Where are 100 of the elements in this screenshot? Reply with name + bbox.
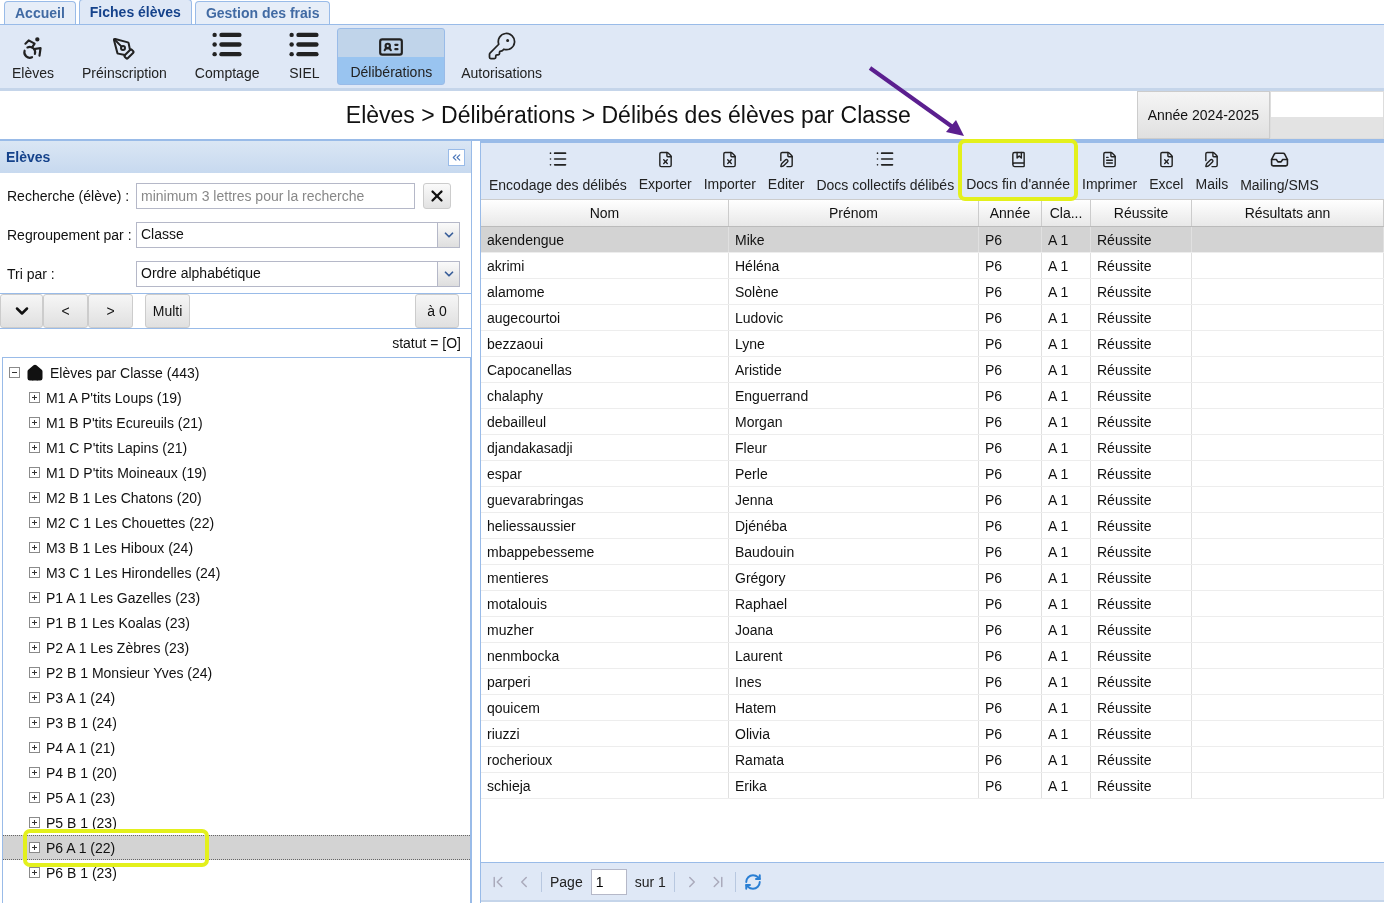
- expand-icon[interactable]: [29, 717, 40, 728]
- expand-icon[interactable]: [29, 842, 40, 853]
- expand-icon[interactable]: [29, 817, 40, 828]
- table-row[interactable]: nenmbocka Laurent P6 A 1 Réussite: [481, 643, 1384, 669]
- table-row[interactable]: rocherioux Ramata P6 A 1 Réussite: [481, 747, 1384, 773]
- toolbar-button[interactable]: Exporter: [632, 143, 698, 199]
- expand-icon[interactable]: [29, 642, 40, 653]
- table-row[interactable]: schieja Erika P6 A 1 Réussite: [481, 773, 1384, 799]
- search-field[interactable]: minimum 3 lettres pour la recherche: [136, 183, 415, 209]
- tree-item[interactable]: P2 B 1 Monsieur Yves (24): [3, 660, 470, 685]
- table-row[interactable]: espar Perle P6 A 1 Réussite: [481, 461, 1384, 487]
- table-row[interactable]: djandakasadji Fleur P6 A 1 Réussite: [481, 435, 1384, 461]
- toolbar-button[interactable]: Docs collectifs délibés: [810, 143, 961, 199]
- table-row[interactable]: motalouis Raphael P6 A 1 Réussite: [481, 591, 1384, 617]
- table-row[interactable]: akrimi Héléna P6 A 1 Réussite: [481, 253, 1384, 279]
- multi-button[interactable]: Multi: [145, 294, 190, 328]
- expand-icon[interactable]: [29, 467, 40, 478]
- expand-button[interactable]: [0, 294, 43, 328]
- column-header[interactable]: Prénom: [729, 200, 979, 226]
- expand-icon[interactable]: [29, 592, 40, 603]
- tree-item[interactable]: P3 B 1 (24): [3, 710, 470, 735]
- ribbon-button[interactable]: Comptage: [182, 28, 272, 85]
- year-button[interactable]: Année 2024-2025: [1136, 91, 1270, 139]
- table-row[interactable]: alamome Solène P6 A 1 Réussite: [481, 279, 1384, 305]
- tree-item[interactable]: M1 B P'tits Ecureuils (21): [3, 410, 470, 435]
- expand-icon[interactable]: [29, 542, 40, 553]
- column-header[interactable]: Cla...: [1042, 200, 1091, 226]
- tree-item[interactable]: M2 C 1 Les Chouettes (22): [3, 510, 470, 535]
- nav-button[interactable]: <: [43, 294, 88, 328]
- table-row[interactable]: akendengue Mike P6 A 1 Réussite: [481, 227, 1384, 253]
- table-row[interactable]: qouicem Hatem P6 A 1 Réussite: [481, 695, 1384, 721]
- page-field[interactable]: 1: [590, 868, 627, 895]
- clear-button[interactable]: [423, 183, 451, 209]
- tree-item[interactable]: M2 B 1 Les Chatons (20): [3, 485, 470, 510]
- expand-icon[interactable]: [29, 667, 40, 678]
- expand-icon[interactable]: [29, 392, 40, 403]
- table-row[interactable]: heliessaussier Djénéba P6 A 1 Réussite: [481, 513, 1384, 539]
- group-select[interactable]: Classe: [136, 222, 460, 248]
- toolbar-button[interactable]: Mailing/SMS: [1234, 143, 1325, 199]
- tab[interactable]: Accueil: [4, 1, 76, 24]
- tree-item[interactable]: P1 A 1 Les Gazelles (23): [3, 585, 470, 610]
- tree-item[interactable]: P2 A 1 Les Zèbres (23): [3, 635, 470, 660]
- toolbar-button[interactable]: Editer: [761, 143, 811, 199]
- table-row[interactable]: mentieres Grégory P6 A 1 Réussite: [481, 565, 1384, 591]
- tree-item[interactable]: P3 A 1 (24): [3, 685, 470, 710]
- tree-item[interactable]: M1 A P'tits Loups (19): [3, 385, 470, 410]
- tree-item[interactable]: P4 A 1 (21): [3, 735, 470, 760]
- expand-icon[interactable]: [29, 517, 40, 528]
- column-header[interactable]: Nom: [481, 200, 729, 226]
- toolbar-button[interactable]: Encodage des délibés: [483, 143, 633, 199]
- expand-icon[interactable]: [29, 492, 40, 503]
- expand-icon[interactable]: [29, 767, 40, 778]
- tree-item[interactable]: M1 C P'tits Lapins (21): [3, 435, 470, 460]
- table-row[interactable]: Capocanellas Aristide P6 A 1 Réussite: [481, 357, 1384, 383]
- ribbon-button[interactable]: SIEL: [275, 28, 334, 85]
- table-row[interactable]: parperi Ines P6 A 1 Réussite: [481, 669, 1384, 695]
- tree-root[interactable]: Elèves par Classe (443): [3, 360, 470, 385]
- toolbar-button[interactable]: Mails: [1189, 143, 1235, 199]
- toolbar-button[interactable]: Excel: [1143, 143, 1190, 199]
- tab[interactable]: Fiches élèves: [78, 0, 192, 24]
- table-row[interactable]: riuzzi Olivia P6 A 1 Réussite: [481, 721, 1384, 747]
- expand-icon[interactable]: [29, 792, 40, 803]
- nav-button[interactable]: >: [88, 294, 133, 328]
- expand-icon[interactable]: [29, 417, 40, 428]
- expand-icon[interactable]: [29, 867, 40, 878]
- table-row[interactable]: augecourtoi Ludovic P6 A 1 Réussite: [481, 305, 1384, 331]
- ribbon-button[interactable]: Autorisations: [449, 28, 555, 85]
- collapse-icon[interactable]: [9, 367, 20, 378]
- collapse-button[interactable]: [448, 148, 465, 166]
- tree-item[interactable]: P4 B 1 (20): [3, 760, 470, 785]
- table-row[interactable]: mbappebesseme Baudouin P6 A 1 Réussite: [481, 539, 1384, 565]
- tab[interactable]: Gestion des frais: [194, 1, 331, 24]
- tree-item[interactable]: M3 B 1 Les Hiboux (24): [3, 535, 470, 560]
- tree-item[interactable]: P6 A 1 (22): [3, 835, 470, 860]
- expand-icon[interactable]: [29, 567, 40, 578]
- table-row[interactable]: chalaphy Enguerrand P6 A 1 Réussite: [481, 383, 1384, 409]
- sort-select[interactable]: Ordre alphabétique: [136, 261, 460, 287]
- table-row[interactable]: guevarabringas Jenna P6 A 1 Réussite: [481, 487, 1384, 513]
- tree-item[interactable]: M3 C 1 Les Hirondelles (24): [3, 560, 470, 585]
- column-header[interactable]: Réussite: [1091, 200, 1192, 226]
- table-row[interactable]: bezzaoui Lyne P6 A 1 Réussite: [481, 331, 1384, 357]
- expand-icon[interactable]: [29, 442, 40, 453]
- expand-icon[interactable]: [29, 742, 40, 753]
- tree-item[interactable]: P1 B 1 Les Koalas (23): [3, 610, 470, 635]
- ribbon-button[interactable]: Préinscription: [70, 28, 179, 85]
- column-header[interactable]: Année: [979, 200, 1042, 226]
- refresh-icon[interactable]: [743, 872, 762, 891]
- toolbar-button[interactable]: Imprimer: [1076, 143, 1144, 199]
- table-row[interactable]: muzher Joana P6 A 1 Réussite: [481, 617, 1384, 643]
- reset-button[interactable]: à 0: [415, 294, 459, 328]
- expand-icon[interactable]: [29, 692, 40, 703]
- ribbon-button[interactable]: Délibérations: [337, 28, 446, 85]
- tree-item[interactable]: M1 D P'tits Moineaux (19): [3, 460, 470, 485]
- tree-item[interactable]: P5 A 1 (23): [3, 785, 470, 810]
- toolbar-button[interactable]: Docs fin d'année: [960, 143, 1076, 199]
- column-header[interactable]: Résultats ann: [1192, 200, 1384, 226]
- table-row[interactable]: debailleul Morgan P6 A 1 Réussite: [481, 409, 1384, 435]
- toolbar-button[interactable]: Importer: [697, 143, 762, 199]
- expand-icon[interactable]: [29, 617, 40, 628]
- tree-item[interactable]: P6 B 1 (23): [3, 860, 470, 885]
